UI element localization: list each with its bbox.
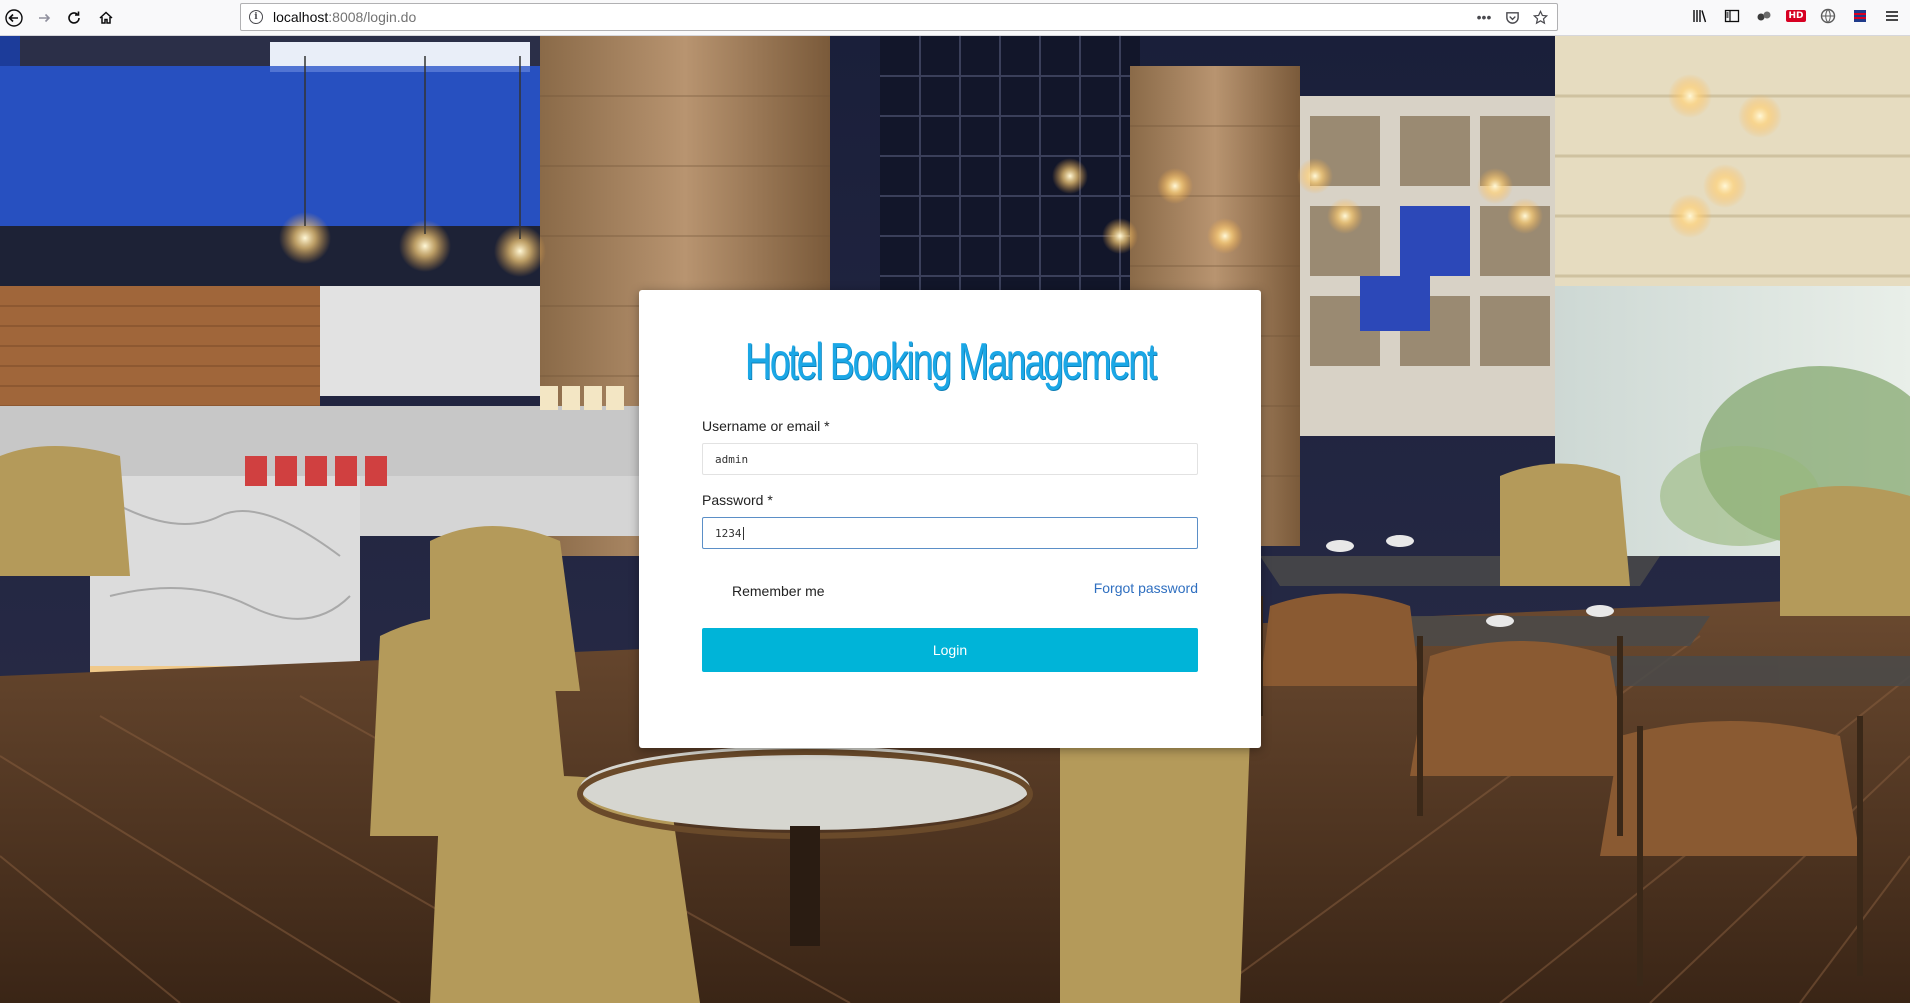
back-icon[interactable] [0, 4, 28, 32]
browser-toolbar: i localhost:8008/login.do ••• HD [0, 0, 1910, 36]
sidebar-icon[interactable] [1722, 6, 1742, 26]
url-text[interactable]: localhost:8008/login.do [273, 9, 416, 25]
forward-icon[interactable] [30, 4, 58, 32]
username-label: Username or email * [702, 418, 830, 434]
username-value: admin [715, 452, 749, 466]
text-caret [742, 526, 744, 540]
forgot-password-link[interactable]: Forgot password [1094, 580, 1198, 596]
address-bar[interactable]: i localhost:8008/login.do ••• [240, 3, 1558, 31]
extension-flag-icon[interactable] [1850, 6, 1870, 26]
reload-icon[interactable] [60, 4, 88, 32]
remember-me-checkbox-label[interactable]: Remember me [732, 583, 825, 599]
pocket-icon[interactable] [1503, 8, 1521, 26]
menu-icon[interactable] [1882, 6, 1902, 26]
site-info-icon[interactable]: i [249, 10, 263, 24]
url-path: :8008/login.do [328, 9, 417, 25]
url-host: localhost [273, 9, 329, 25]
home-icon[interactable] [92, 4, 120, 32]
hd-extension-icon[interactable]: HD [1786, 6, 1806, 26]
extension-globe-icon[interactable] [1818, 6, 1838, 26]
password-value: 1234 [715, 526, 742, 540]
app-logo-title: Hotel Booking Management [744, 333, 1157, 391]
password-label: Password * [702, 492, 773, 508]
login-button[interactable]: Login [702, 628, 1198, 672]
password-input[interactable]: 1234 [702, 517, 1198, 549]
username-input[interactable]: admin [702, 443, 1198, 475]
bookmark-star-icon[interactable] [1531, 8, 1549, 26]
page-actions-icon[interactable]: ••• [1475, 8, 1493, 26]
login-card: Hotel Booking Management Username or ema… [639, 290, 1261, 748]
extension-glasses-icon[interactable] [1754, 6, 1774, 26]
library-icon[interactable] [1690, 6, 1710, 26]
